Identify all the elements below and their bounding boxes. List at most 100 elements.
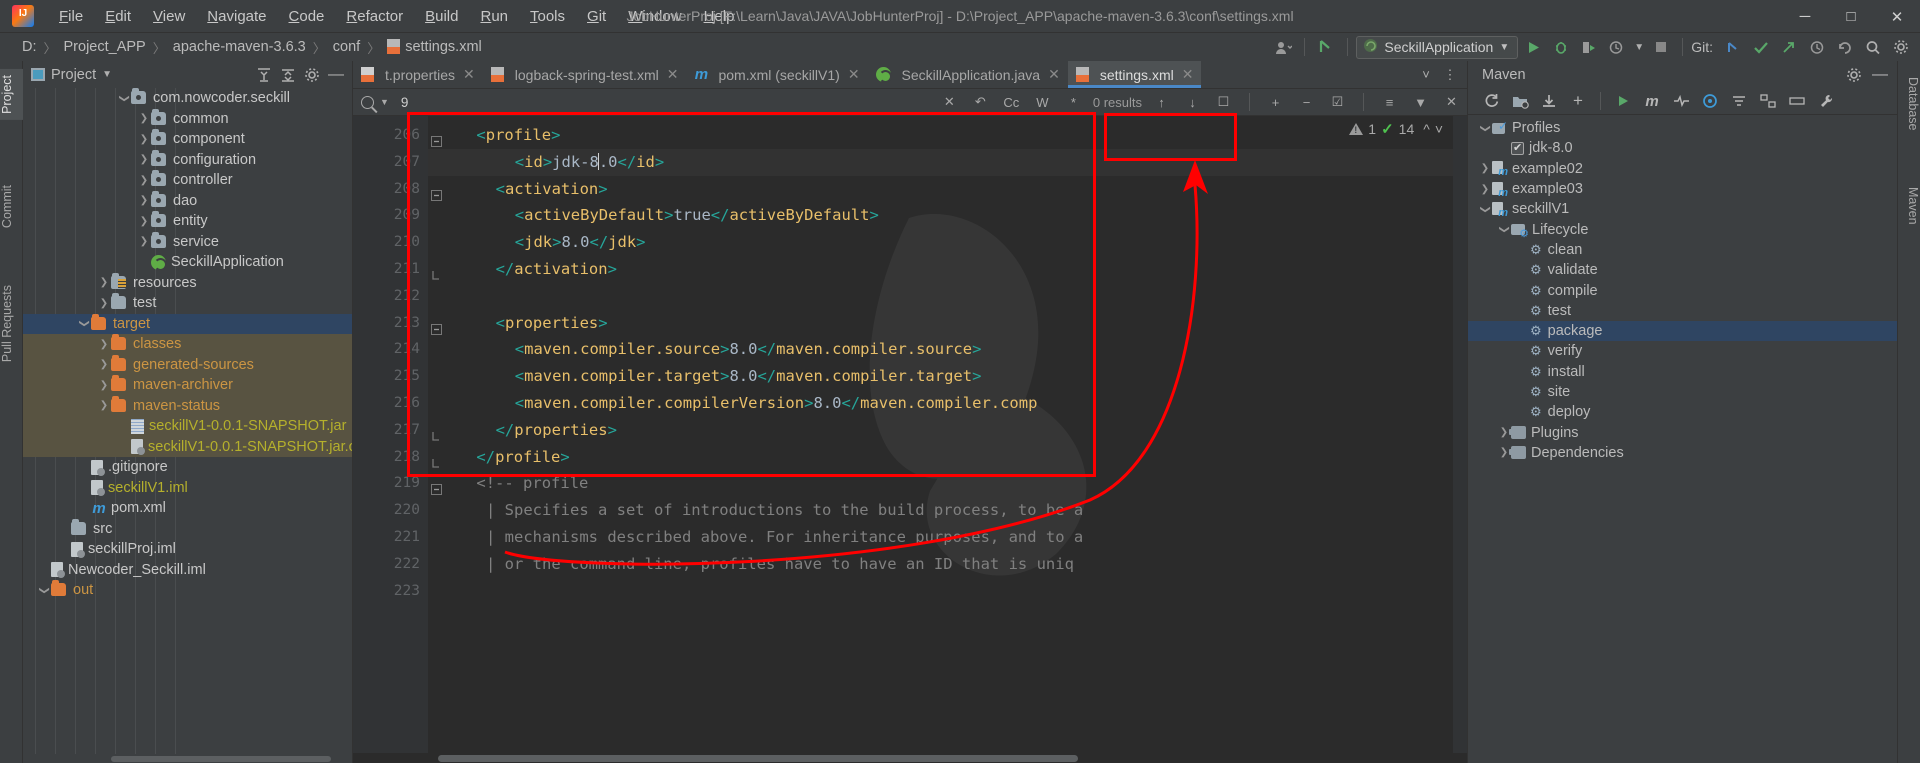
settings-gear-icon[interactable] [1888,35,1914,59]
project-tree-row[interactable]: ❯ com.nowcoder.seckill [23,88,352,109]
menu-item-navigate[interactable]: Navigate [196,5,277,28]
chevron-right-icon[interactable]: ❯ [1478,163,1492,174]
project-tree-row[interactable]: ❯ resources [23,272,352,294]
remove-line-icon[interactable]: − [1295,92,1318,113]
breadcrumb-item-1[interactable]: Project_APP [64,39,146,55]
project-tree-row[interactable]: ❯ service [23,231,352,253]
code-line[interactable]: </activation> [428,256,1467,283]
chevron-down-icon[interactable]: ❯ [1480,121,1491,135]
chevron-right-icon[interactable]: ❯ [137,195,151,206]
next-problem-icon[interactable]: ˅ [1435,121,1443,137]
menu-item-run[interactable]: Run [469,5,519,28]
project-tree-row[interactable]: › .gitignore [23,457,352,478]
project-tree-row[interactable]: ❯ entity [23,211,352,232]
chevron-right-icon[interactable]: ❯ [137,236,151,247]
sidebar-tab-database[interactable]: Database [1897,71,1920,137]
git-push-icon[interactable] [1776,35,1802,59]
user-account-icon[interactable] [1270,35,1296,59]
regex-icon[interactable]: * [1062,92,1085,113]
close-icon[interactable]: ✕ [1182,66,1194,83]
chevron-right-icon[interactable]: ❯ [97,277,111,288]
project-tree-row[interactable]: › src [23,518,352,540]
search-everywhere-icon[interactable] [1860,35,1886,59]
project-horizontal-scrollbar[interactable] [23,754,352,763]
hide-panel-icon[interactable]: — [324,64,348,86]
breadcrumb-item-4[interactable]: settings.xml [387,39,482,55]
code-line[interactable]: | mechanisms described above. For inheri… [428,524,1467,551]
close-icon[interactable]: ✕ [667,66,679,83]
close-button[interactable]: ✕ [1874,0,1920,33]
stop-button[interactable] [1648,35,1674,59]
code-line[interactable]: </properties> [428,417,1467,444]
project-tree-row[interactable]: ❯ out [23,580,352,601]
chevron-right-icon[interactable]: ❯ [137,175,151,186]
chevron-down-icon[interactable]: ❯ [39,583,50,597]
scrollbar-thumb[interactable] [111,756,331,762]
project-tree-row[interactable]: › seckillV1-0.0.1-SNAPSHOT.jar [23,416,352,437]
profiler-dropdown-icon[interactable]: ▼ [1632,35,1646,59]
run-configuration-selector[interactable]: SeckillApplication ▼ [1356,35,1519,59]
menu-item-window[interactable]: Window [617,5,692,28]
git-update-icon[interactable] [1720,35,1746,59]
project-tree-row[interactable]: › seckillV1.iml [23,478,352,499]
code-editor[interactable]: 206 207 208 209 210 211 212 213 214 215 216 217 218 2… [353,116,1467,753]
find-input-group[interactable]: ▼ 9 [361,95,408,110]
skip-tests-icon[interactable] [1668,90,1694,113]
code-line[interactable]: | Specifies a set of introductions to th… [428,497,1467,524]
menu-item-view[interactable]: View [142,5,196,28]
project-tree-row[interactable]: ❯ classes [23,334,352,355]
maven-tree-row[interactable]: ❯ Dependencies [1468,443,1897,463]
project-tree-row[interactable]: › seckillProj.iml [23,539,352,560]
project-settings-gear-icon[interactable] [300,64,324,86]
menu-item-build[interactable]: Build [414,5,469,28]
chevron-right-icon[interactable]: ❯ [137,134,151,145]
editor-options-icon[interactable]: ⋮ [1439,64,1461,86]
maven-hide-panel-icon[interactable]: — [1867,63,1893,86]
chevron-right-icon[interactable]: ❯ [97,400,111,411]
debug-button[interactable] [1548,35,1574,59]
sidebar-tab-commit[interactable]: Commit [0,179,23,234]
maven-tree-row[interactable]: ❯⚙ install [1468,362,1897,382]
git-commit-icon[interactable] [1748,35,1774,59]
project-tree-row[interactable]: ❯ dao [23,190,352,212]
project-tree-row[interactable]: ❯ maven-archiver [23,375,352,396]
expand-maven-tree-icon[interactable] [1755,90,1781,113]
chevron-down-icon[interactable]: ▼ [380,97,389,107]
close-icon[interactable]: ✕ [463,66,475,83]
checkbox-checked-icon[interactable] [1511,141,1524,155]
menu-item-edit[interactable]: Edit [94,5,142,28]
match-case-icon[interactable]: Cc [1000,92,1023,113]
project-tree-row[interactable]: › SeckillApplication [23,252,352,273]
code-line[interactable]: <profile> [428,122,1467,149]
project-file-tree[interactable]: ❯ com.nowcoder.seckill ❯ common ❯ component ❯ c… [23,88,352,754]
download-sources-icon[interactable] [1536,90,1562,113]
project-tree-row[interactable]: ❯ maven-status [23,395,352,416]
add-maven-project-icon[interactable]: + [1565,90,1591,113]
project-title-group[interactable]: Project ▼ [31,67,112,83]
chevron-right-icon[interactable]: ❯ [137,216,151,227]
code-line[interactable]: <properties> [428,310,1467,337]
project-tree-row[interactable]: ❯ target [23,313,352,334]
collapse-maven-tree-icon[interactable] [1784,90,1810,113]
chevron-right-icon[interactable]: ❯ [137,154,151,165]
menu-item-file[interactable]: File [48,5,94,28]
project-tree-row[interactable]: › Newcoder_Seckill.iml [23,560,352,581]
code-line[interactable]: <!-- profile [428,470,1467,497]
maven-tree-row[interactable]: ❯⚙ validate [1468,260,1897,280]
close-find-icon[interactable]: ✕ [1440,92,1463,113]
previous-problem-icon[interactable]: ^ [1423,121,1430,137]
run-with-coverage-button[interactable] [1576,35,1602,59]
expand-all-icon[interactable] [252,64,276,86]
editor-tab-pom-xml-seckillv1-[interactable]: m pom.xml (seckillV1) ✕ [686,61,867,88]
toggle-line-icon[interactable]: ☑ [1326,92,1349,113]
add-line-icon[interactable]: + [1264,92,1287,113]
chevron-right-icon[interactable]: ❯ [97,298,111,309]
close-icon[interactable]: ✕ [1048,66,1060,83]
breadcrumb-item-3[interactable]: conf [333,39,360,55]
code-line[interactable]: <maven.compiler.target>8.0</maven.compil… [428,363,1467,390]
undo-icon[interactable] [1832,35,1858,59]
maven-tree-row[interactable]: ❯ m example03 [1468,179,1897,199]
editor-tab-settings-xml[interactable]: settings.xml ✕ [1067,61,1202,88]
sidebar-tab-project[interactable]: Project [0,69,23,120]
maven-tree-row[interactable]: ❯ jdk-8.0 [1468,138,1897,158]
